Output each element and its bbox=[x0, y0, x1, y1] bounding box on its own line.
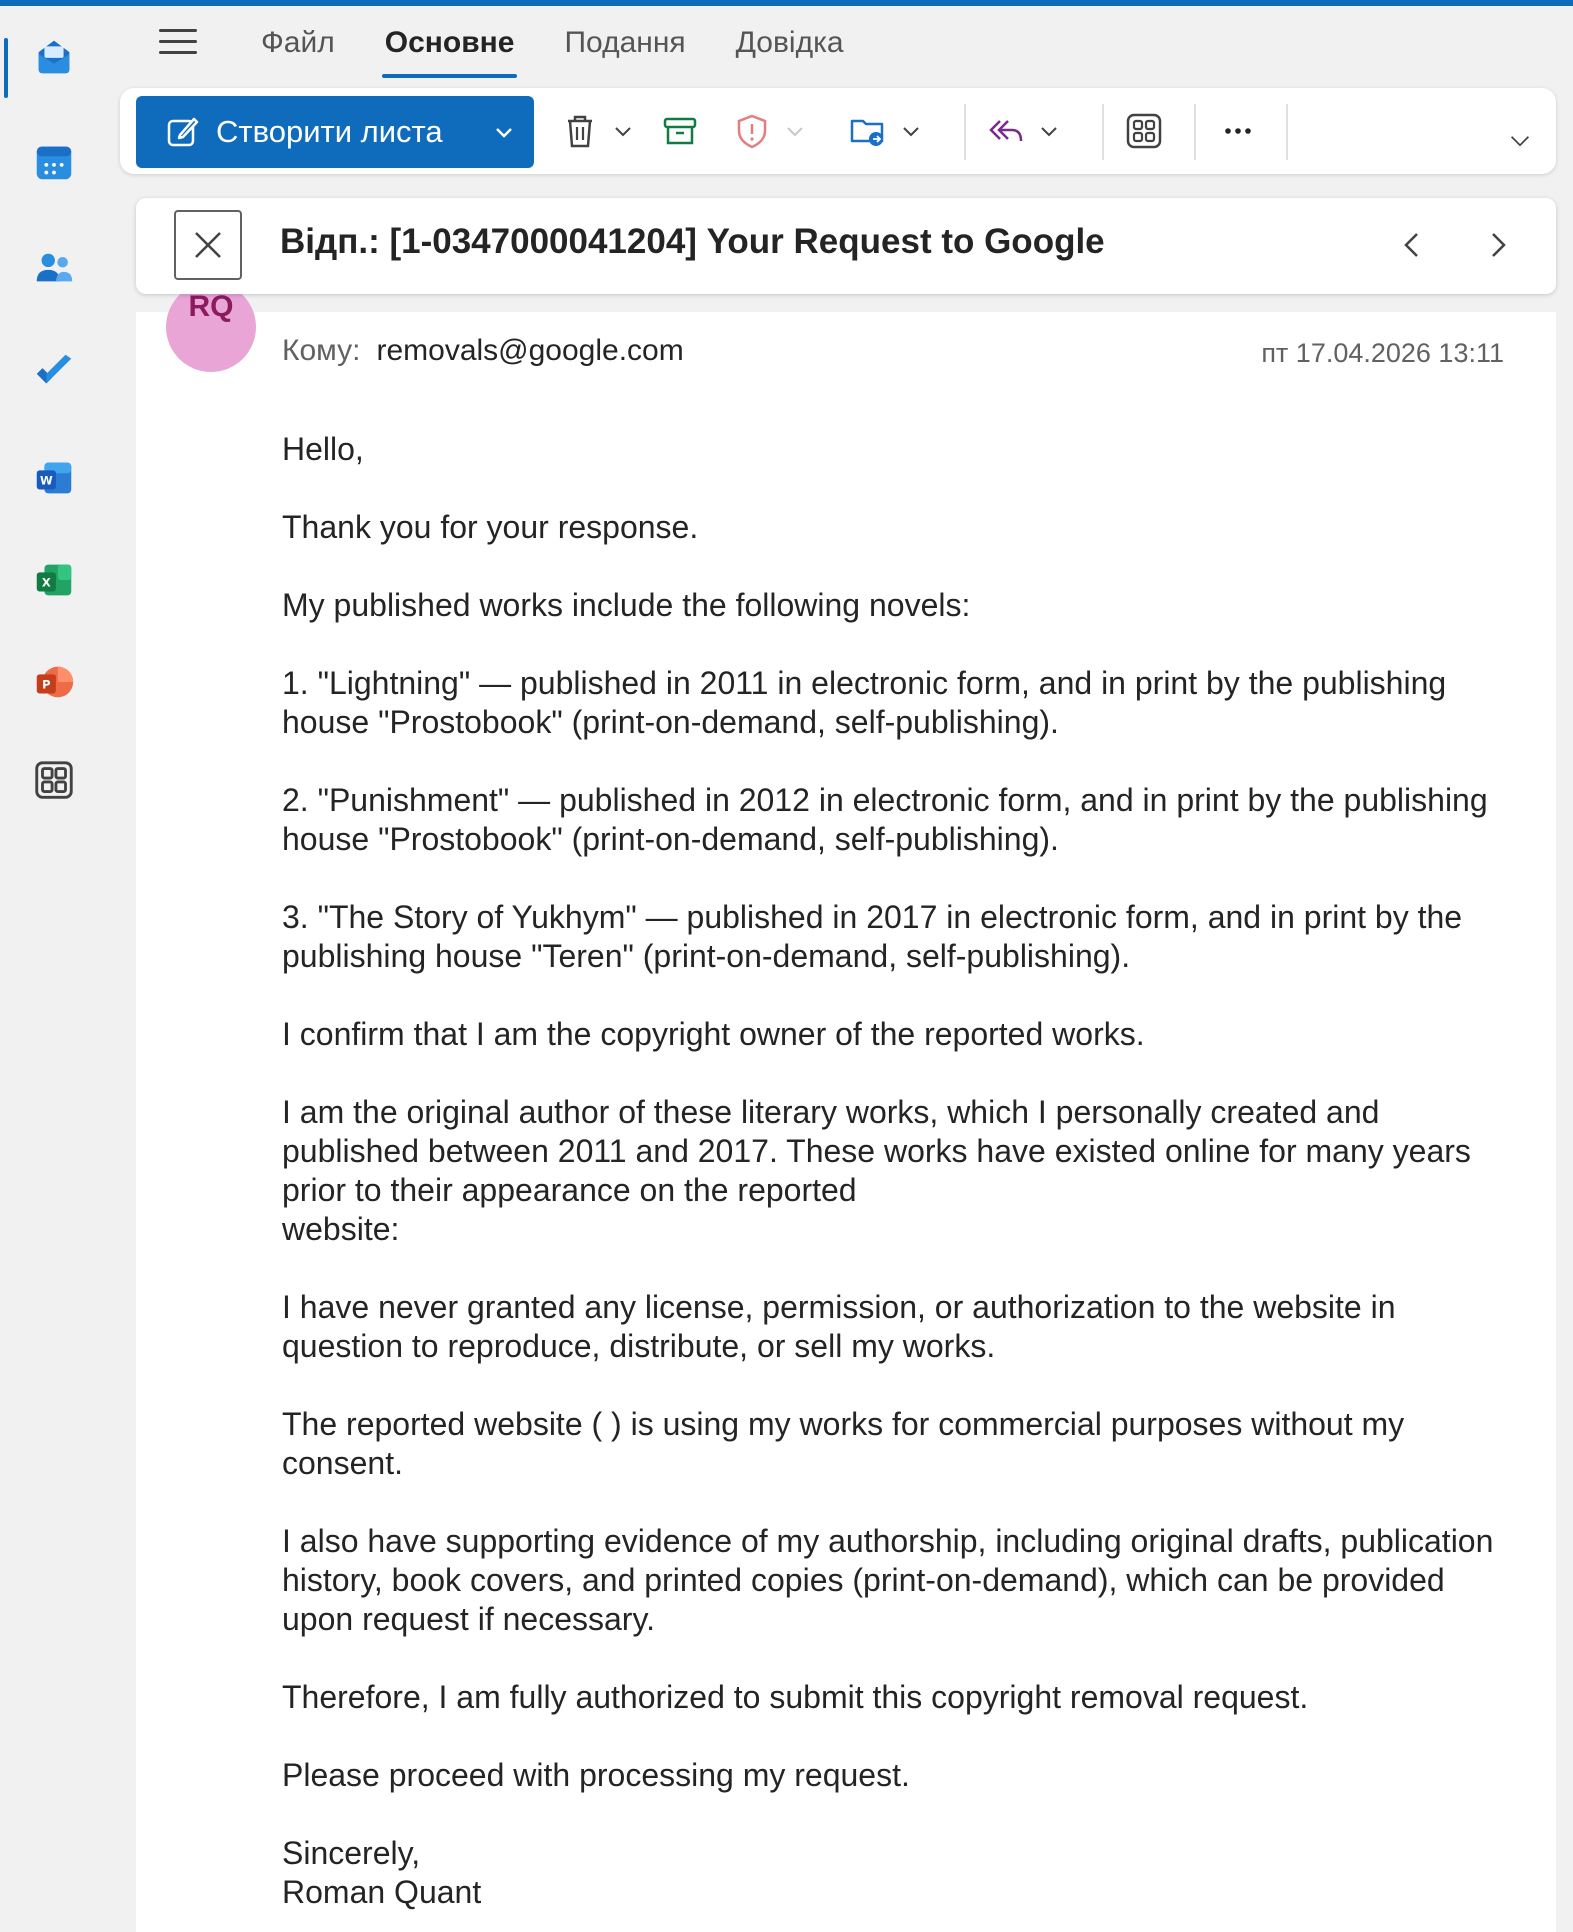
menu-tabs: Файл Основне Подання Довідка bbox=[236, 16, 869, 78]
menu-icon[interactable] bbox=[150, 22, 206, 62]
recipient-address[interactable]: removals@google.com bbox=[376, 334, 683, 368]
message-header-bar: Відп.: [1-0347000041204] Your Request to… bbox=[136, 198, 1556, 294]
tab-view[interactable]: Подання bbox=[539, 16, 710, 72]
word-icon[interactable]: W bbox=[22, 446, 86, 510]
chevron-right-icon bbox=[1492, 233, 1506, 257]
to-label: Кому: bbox=[282, 334, 361, 367]
body-paragraph: Thank you for your response. bbox=[282, 509, 699, 545]
body-paragraph: I have never granted any license, permis… bbox=[282, 1289, 1396, 1364]
chevron-left-icon bbox=[1404, 233, 1418, 257]
delete-button[interactable] bbox=[560, 106, 634, 156]
compose-icon bbox=[167, 117, 199, 147]
body-paragraph: Therefore, I am fully authorized to subm… bbox=[282, 1679, 1309, 1715]
move-to-folder-icon bbox=[850, 119, 884, 146]
ribbon-toolbar: Створити листа bbox=[120, 88, 1556, 174]
message-date: пт 17.04.2026 13:11 bbox=[1261, 338, 1504, 368]
calendar-icon[interactable] bbox=[22, 130, 86, 194]
body-paragraph: Please proceed with processing my reques… bbox=[282, 1757, 910, 1793]
avatar[interactable]: RQ bbox=[166, 282, 256, 372]
body-paragraph: 2. "Punishment" — published in 2012 in e… bbox=[282, 782, 1488, 857]
expand-ribbon-button[interactable] bbox=[1506, 116, 1534, 166]
svg-text:W: W bbox=[40, 474, 53, 488]
message-subject: Відп.: [1-0347000041204] Your Request to… bbox=[280, 222, 1105, 261]
excel-icon[interactable]: X bbox=[22, 548, 86, 612]
body-paragraph: My published works include the following… bbox=[282, 587, 971, 623]
apps-icon bbox=[1126, 113, 1162, 149]
todo-icon[interactable] bbox=[22, 340, 86, 404]
body-paragraph: 1. "Lightning" — published in 2011 in el… bbox=[282, 665, 1447, 740]
body-paragraph: 3. "The Story of Yukhym" — published in … bbox=[282, 899, 1463, 974]
reply-all-icon bbox=[989, 120, 1023, 142]
chevron-down-icon bbox=[1510, 136, 1530, 147]
more-button[interactable] bbox=[1218, 106, 1258, 156]
rail-active-indicator bbox=[4, 38, 8, 98]
message-card: RQ Кому: removals@google.com пт 17.04.20… bbox=[136, 282, 1556, 1932]
next-message-button[interactable] bbox=[1472, 220, 1522, 270]
app-rail: W X P bbox=[0, 6, 108, 1911]
apps-button[interactable] bbox=[1124, 106, 1164, 156]
chevron-down-icon[interactable] bbox=[784, 120, 806, 142]
people-icon[interactable] bbox=[22, 236, 86, 300]
body-paragraph: I confirm that I am the copyright owner … bbox=[282, 1016, 1145, 1052]
move-button[interactable] bbox=[848, 106, 922, 156]
ribbon-divider bbox=[1102, 104, 1104, 160]
message-body: Hello, Thank you for your response. My p… bbox=[282, 430, 1522, 1912]
shield-icon bbox=[737, 114, 767, 149]
new-mail-button[interactable]: Створити листа bbox=[136, 96, 534, 168]
ribbon-divider bbox=[964, 104, 966, 160]
top-accent-line bbox=[0, 0, 1573, 6]
mail-icon[interactable] bbox=[22, 24, 86, 88]
body-paragraph: Hello, bbox=[282, 431, 364, 467]
apps-icon[interactable] bbox=[22, 748, 86, 812]
chevron-down-icon[interactable] bbox=[1038, 120, 1060, 142]
tab-help[interactable]: Довідка bbox=[711, 16, 869, 72]
svg-text:P: P bbox=[42, 678, 50, 692]
chevron-down-icon[interactable] bbox=[612, 120, 634, 142]
body-paragraph: I also have supporting evidence of my au… bbox=[282, 1523, 1494, 1637]
signoff: Sincerely, bbox=[282, 1835, 421, 1871]
previous-message-button[interactable] bbox=[1388, 220, 1438, 270]
close-button[interactable] bbox=[174, 210, 242, 280]
close-icon bbox=[195, 232, 221, 258]
powerpoint-icon[interactable]: P bbox=[22, 650, 86, 714]
ribbon-divider bbox=[1286, 104, 1288, 160]
signature: Roman Quant bbox=[282, 1874, 482, 1910]
svg-text:X: X bbox=[42, 576, 51, 590]
tab-home[interactable]: Основне bbox=[360, 16, 540, 78]
more-icon bbox=[1225, 128, 1251, 134]
recipient-row: Кому: removals@google.com bbox=[282, 334, 684, 368]
reply-all-button[interactable] bbox=[986, 106, 1060, 156]
chevron-down-icon[interactable] bbox=[492, 120, 516, 144]
delete-icon bbox=[568, 115, 592, 148]
archive-button[interactable] bbox=[660, 106, 700, 156]
new-mail-label: Створити листа bbox=[216, 114, 443, 149]
tab-file[interactable]: Файл bbox=[236, 16, 360, 72]
ribbon-divider bbox=[1194, 104, 1196, 160]
body-paragraph: The reported website ( ) is using my wor… bbox=[282, 1406, 1405, 1481]
archive-icon bbox=[663, 117, 697, 145]
report-button[interactable] bbox=[732, 106, 806, 156]
body-paragraph: I am the original author of these litera… bbox=[282, 1094, 1471, 1247]
chevron-down-icon[interactable] bbox=[900, 120, 922, 142]
